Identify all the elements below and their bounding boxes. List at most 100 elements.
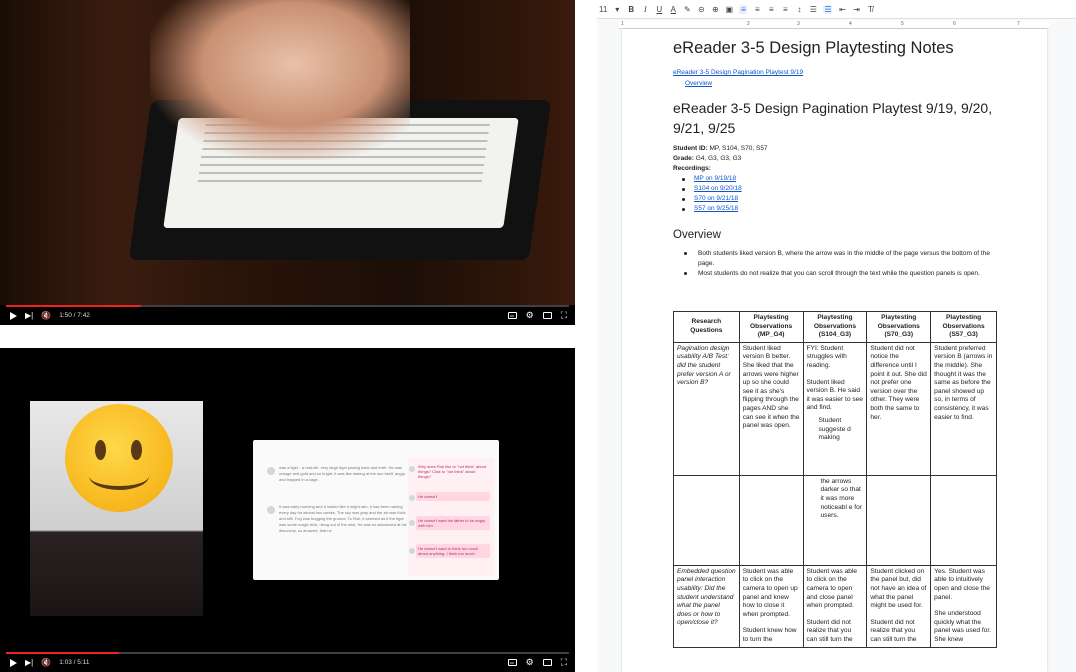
table-cell <box>930 474 997 566</box>
captions-icon[interactable]: cc <box>507 659 517 666</box>
table-header: Playtesting Observations (S104_G3) <box>802 311 868 343</box>
play-icon[interactable] <box>10 311 17 320</box>
smiley-face-icon <box>65 404 173 512</box>
toc-link[interactable]: eReader 3-5 Design Pagination Playtest 9… <box>673 69 803 76</box>
next-icon[interactable]: ▶| <box>25 311 33 320</box>
ruler-mark: 5 <box>901 21 904 27</box>
cell-text: FYI: Student struggles with reading. <box>806 344 847 369</box>
fullscreen-icon[interactable]: ⛶ <box>561 657 567 668</box>
table-cell: Student was able to click on the camera … <box>738 564 804 648</box>
question-panel[interactable]: Why does Rob like to "not think" about t… <box>408 458 494 576</box>
reader-paragraph-1: was a tiger - a real-life, very large ti… <box>279 465 406 482</box>
fullscreen-icon[interactable]: ⛶ <box>561 310 567 321</box>
progress-fill <box>6 305 142 307</box>
table-cell <box>673 474 740 566</box>
font-size-select[interactable]: 11 <box>599 5 607 14</box>
question-text: Why does Rob like to "not think" about t… <box>418 464 486 479</box>
ruler[interactable]: 1 2 3 4 5 6 7 <box>619 20 1049 29</box>
table-cell: Embedded question panel interaction usab… <box>673 564 740 648</box>
image-icon[interactable]: ▣ <box>725 5 734 14</box>
video-player-top[interactable]: ▶| 🔇 1:50 / 7:42 cc ⚙ ⛶ <box>0 0 575 325</box>
audio-icon[interactable] <box>267 467 275 475</box>
recording-link[interactable]: S57 on 9/25/18 <box>682 204 742 214</box>
table-row: Pagination design usability A/B Test: di… <box>673 341 997 476</box>
miniplayer-icon[interactable] <box>542 312 552 319</box>
answer-option[interactable]: He doesn't want to think too much about … <box>416 544 490 558</box>
ruler-mark: 3 <box>797 21 800 27</box>
table-cell: FYI: Student struggles with reading. Stu… <box>802 341 868 476</box>
ruler-mark: 4 <box>849 21 852 27</box>
bullet-list-icon[interactable]: ☰ <box>823 4 833 14</box>
overview-bullet: Both students liked version B, where the… <box>684 249 1002 268</box>
separator <box>0 325 575 348</box>
clear-format-icon[interactable]: T̸ <box>866 5 874 14</box>
answer-option[interactable]: He doesn't <box>416 492 490 501</box>
recording-link[interactable]: S104 on 9/20/18 <box>682 184 742 194</box>
hand <box>150 0 410 160</box>
screen: ▶| 🔇 1:50 / 7:42 cc ⚙ ⛶ was a tiger - a … <box>0 0 1076 672</box>
play-icon[interactable] <box>10 658 17 667</box>
video-player-bottom[interactable]: was a tiger - a real-life, very large ti… <box>0 348 575 672</box>
table-cell: Student was able to click on the camera … <box>802 564 868 648</box>
indent-increase-icon[interactable]: ⇥ <box>852 5 860 14</box>
doc-title: eReader 3-5 Design Playtesting Notes <box>673 39 954 57</box>
progress-bar[interactable] <box>6 652 569 654</box>
table-row: the arrows darker so that it was more no… <box>673 474 997 566</box>
overview-bullet: Most students do not realize that you ca… <box>684 269 1002 279</box>
miniplayer-icon[interactable] <box>542 659 552 666</box>
toc-sub-link[interactable]: Overview <box>685 80 712 87</box>
section-heading: eReader 3-5 Design Pagination Playtest 9… <box>673 100 993 136</box>
table-cell <box>738 474 804 566</box>
text-color-button[interactable]: A <box>669 5 677 14</box>
cell-text: Student liked version B. He said it was … <box>806 378 863 412</box>
align-right-icon[interactable]: ≡ <box>767 5 775 14</box>
align-left-icon[interactable]: ≡ <box>739 4 748 14</box>
line-spacing-icon[interactable]: ↕ <box>795 5 803 14</box>
justify-icon[interactable]: ≡ <box>781 5 789 14</box>
next-icon[interactable]: ▶| <box>25 658 33 667</box>
recording-link[interactable]: S70 on 9/21/18 <box>682 194 742 204</box>
checklist-icon[interactable]: ☰ <box>809 5 817 14</box>
link-icon[interactable]: ⊝ <box>697 5 705 14</box>
chevron-down-icon[interactable]: ▾ <box>613 5 621 14</box>
underline-button[interactable]: U <box>655 5 663 14</box>
settings-icon[interactable]: ⚙ <box>526 657 534 668</box>
table-cell: Pagination design usability A/B Test: di… <box>673 341 740 476</box>
align-center-icon[interactable]: ≡ <box>753 5 761 14</box>
ruler-mark: 1 <box>621 21 624 27</box>
audio-icon[interactable] <box>267 506 275 514</box>
reader-paragraph-2: It was early morning and it looked like … <box>279 504 407 533</box>
table-cell: the arrows darker so that it was more no… <box>802 474 868 566</box>
overview-heading: Overview <box>673 229 721 241</box>
comment-icon[interactable]: ⊕ <box>711 5 719 14</box>
progress-fill <box>6 652 119 654</box>
doc-toolbar: 11 ▾ B I U A ✎ ⊝ ⊕ ▣ ≡ ≡ ≡ ≡ ↕ ☰ ☰ ⇤ ⇥ T… <box>597 0 1076 19</box>
table-cell: Yes. Student was able to intuitively ope… <box>930 564 997 648</box>
highlight-icon[interactable]: ✎ <box>683 5 691 14</box>
cell-text: Student clicked on the panel but, did no… <box>870 567 927 610</box>
video-controls: ▶| 🔇 1:50 / 7:42 cc ⚙ ⛶ <box>0 303 575 325</box>
cell-text: Student did not realize that you can sti… <box>870 618 917 643</box>
mute-icon[interactable]: 🔇 <box>41 658 51 667</box>
settings-icon[interactable]: ⚙ <box>526 310 534 321</box>
grade-line: Grade: G4, G3, G3, G3 <box>673 155 742 162</box>
doc-page[interactable]: eReader 3-5 Design Playtesting Notes eRe… <box>622 29 1047 672</box>
answer-option[interactable]: He doesn't want his father to be angry w… <box>416 516 490 530</box>
italic-button[interactable]: I <box>641 5 649 14</box>
table-header-row: Research Questions Playtesting Observati… <box>673 311 997 343</box>
progress-bar[interactable] <box>6 305 569 307</box>
table-header: Playtesting Observations (S57_G3) <box>930 311 997 343</box>
video-frame-tablet <box>0 0 575 305</box>
table-row: Embedded question panel interaction usab… <box>673 564 997 648</box>
indent-decrease-icon[interactable]: ⇤ <box>838 5 846 14</box>
table-cell: Student did not notice the difference un… <box>866 341 932 476</box>
ereader-screen: was a tiger - a real-life, very large ti… <box>253 440 499 580</box>
mute-icon[interactable]: 🔇 <box>41 311 51 320</box>
cell-text: Student was able to click on the camera … <box>742 567 798 618</box>
recordings-list: MP on 9/19/18 S104 on 9/20/18 S70 on 9/2… <box>682 174 742 214</box>
captions-icon[interactable]: cc <box>507 312 517 319</box>
recordings-label: Recordings: <box>673 165 711 172</box>
bold-button[interactable]: B <box>627 5 635 14</box>
recording-link[interactable]: MP on 9/19/18 <box>682 174 742 184</box>
cell-text: Student did not realize that you can sti… <box>806 618 853 643</box>
